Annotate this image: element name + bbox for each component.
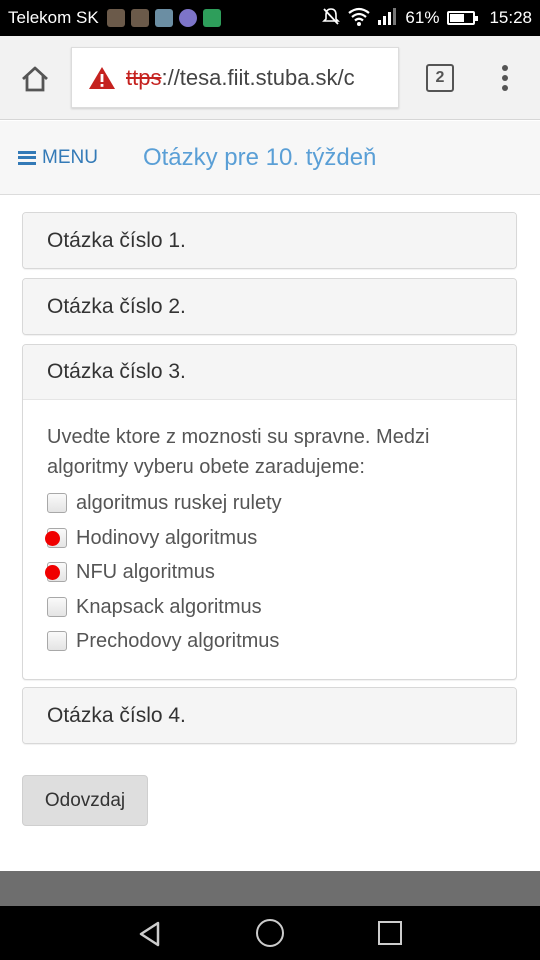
hamburger-icon	[18, 150, 36, 165]
notification-icons	[106, 9, 221, 27]
question-panel-2[interactable]: Otázka číslo 2.	[22, 278, 517, 335]
question-heading-3[interactable]: Otázka číslo 3.	[23, 345, 516, 400]
question-heading-2[interactable]: Otázka číslo 2.	[23, 279, 516, 334]
question-text: Uvedte ktore z moznosti su spravne. Medz…	[47, 426, 430, 478]
answer-checkbox[interactable]	[45, 562, 67, 583]
home-circle-icon[interactable]	[256, 919, 284, 947]
navigation-bar	[0, 906, 540, 960]
answer-option[interactable]: Knapsack algoritmus	[47, 590, 492, 625]
recent-apps-icon[interactable]	[378, 921, 402, 945]
answer-label: Prechodovy algoritmus	[76, 630, 280, 653]
answer-option[interactable]: Hodinovy algoritmus	[45, 521, 492, 556]
footer-strip	[0, 871, 540, 906]
mute-icon	[321, 6, 341, 31]
browser-toolbar: ttps://tesa.fiit.stuba.sk/c 2	[0, 36, 540, 120]
battery-percent: 61%	[405, 8, 440, 27]
question-panel-1[interactable]: Otázka číslo 1.	[22, 212, 517, 269]
question-body: Uvedte ktore z moznosti su spravne. Medz…	[23, 400, 516, 679]
answer-label: Hodinovy algoritmus	[76, 526, 258, 549]
answer-checkbox[interactable]	[47, 493, 67, 514]
answer-label: Knapsack algoritmus	[76, 595, 262, 618]
overflow-menu-button[interactable]	[496, 62, 514, 94]
battery-icon	[447, 11, 479, 25]
answer-option[interactable]: NFU algoritmus	[45, 555, 492, 590]
back-icon[interactable]	[136, 920, 164, 953]
carrier-name: Telekom SK	[8, 8, 99, 27]
question-heading-4[interactable]: Otázka číslo 4.	[23, 688, 516, 743]
status-bar: Telekom SK 61% 15:28	[0, 0, 540, 36]
submit-button[interactable]: Odovzdaj	[22, 775, 148, 826]
home-icon	[22, 66, 48, 92]
site-header: MENU Otázky pre 10. týždeň	[0, 121, 540, 195]
download-icon	[202, 9, 221, 27]
person-avatar-icon	[106, 9, 125, 27]
red-mark	[45, 565, 60, 581]
dot-icon	[502, 85, 508, 91]
dot-icon	[502, 65, 508, 71]
question-heading-1[interactable]: Otázka číslo 1.	[23, 213, 516, 268]
red-mark	[45, 530, 60, 546]
messenger-m-icon	[178, 9, 197, 27]
wifi-icon	[347, 6, 371, 31]
signal-icon	[377, 7, 399, 30]
menu-button[interactable]: MENU	[18, 147, 98, 169]
answer-label: NFU algoritmus	[76, 561, 215, 584]
url-host: ://tesa.fiit.stuba.sk/c	[161, 64, 355, 90]
clock: 15:28	[489, 8, 532, 27]
dot-icon	[502, 75, 508, 81]
answer-checkbox[interactable]	[45, 527, 67, 548]
url-scheme: ttps	[126, 64, 162, 90]
photo-avatar-icon	[130, 9, 149, 27]
address-bar[interactable]: ttps://tesa.fiit.stuba.sk/c	[71, 47, 399, 108]
tab-switcher-button[interactable]: 2	[426, 64, 454, 92]
question-panel-3: Otázka číslo 3. Uvedte ktore z moznosti …	[22, 344, 517, 680]
answer-label: algoritmus ruskej rulety	[76, 492, 282, 515]
answer-checkbox[interactable]	[47, 596, 67, 617]
warning-triangle-icon[interactable]	[88, 66, 116, 90]
answer-option[interactable]: Prechodovy algoritmus	[47, 624, 492, 659]
question-panel-4[interactable]: Otázka číslo 4.	[22, 687, 517, 744]
answer-checkbox[interactable]	[47, 631, 67, 652]
answer-option[interactable]: algoritmus ruskej rulety	[47, 486, 492, 521]
home-button[interactable]	[14, 58, 56, 100]
gallery-icon	[154, 9, 173, 27]
page-title: Otázky pre 10. týždeň	[142, 143, 377, 171]
menu-label: MENU	[42, 146, 98, 168]
